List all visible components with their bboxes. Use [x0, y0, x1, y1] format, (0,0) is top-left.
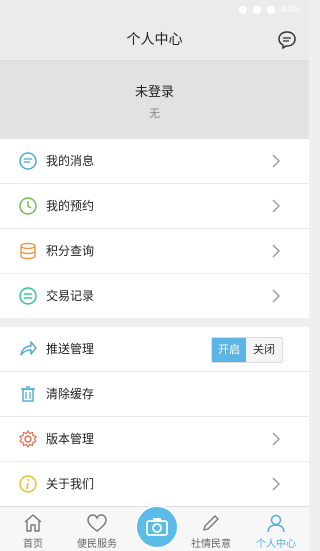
- chevron-right-icon: [272, 432, 280, 446]
- status-icon: [238, 6, 247, 14]
- push-toggle[interactable]: 开启 关闭: [211, 337, 283, 363]
- status-icon: [252, 6, 261, 14]
- heart-icon: [87, 514, 107, 532]
- chevron-right-icon: [272, 477, 280, 491]
- trash-icon: [21, 386, 35, 402]
- tab-label: 首页: [23, 539, 43, 550]
- menu-item-label: 关于我们: [46, 477, 95, 491]
- menu-group-settings: 推送管理 开启 关闭 清除缓存 版本管理 关于我们: [0, 327, 309, 506]
- menu-item-push: 推送管理 开启 关闭: [0, 327, 309, 372]
- page-title: 个人中心: [126, 32, 183, 48]
- person-icon: [267, 514, 285, 533]
- battery-indicator: 40%: [280, 5, 301, 15]
- menu-item-label: 推送管理: [46, 342, 95, 356]
- chevron-right-icon: [272, 154, 280, 168]
- menu-item-version[interactable]: 版本管理: [0, 417, 309, 462]
- page-header: 个人中心: [0, 20, 309, 61]
- profile-card[interactable]: 未登录 无: [0, 61, 309, 139]
- menu-item-label: 清除缓存: [46, 387, 95, 401]
- gear-icon: [19, 429, 37, 449]
- message-icon: [19, 152, 37, 170]
- camera-button[interactable]: [135, 505, 179, 549]
- tab-services[interactable]: 便民服务: [66, 507, 128, 551]
- tab-home[interactable]: 首页: [2, 507, 64, 551]
- chat-bubble-icon[interactable]: [277, 30, 297, 50]
- home-icon: [24, 514, 42, 532]
- chevron-right-icon: [272, 199, 280, 213]
- menu-item-label: 版本管理: [46, 432, 95, 446]
- pen-icon: [203, 515, 219, 531]
- record-icon: [19, 287, 37, 305]
- chevron-right-icon: [272, 289, 280, 303]
- tab-opinions[interactable]: 社情民意: [180, 507, 242, 551]
- menu-group-account: 我的消息 我的预约 积分查询 交易记录: [0, 139, 309, 318]
- menu-item-messages[interactable]: 我的消息: [0, 139, 309, 184]
- toggle-on-button[interactable]: 开启: [212, 338, 246, 362]
- toggle-off-button[interactable]: 关闭: [246, 338, 282, 362]
- menu-item-label: 我的消息: [46, 154, 95, 168]
- menu-item-appointments[interactable]: 我的预约: [0, 184, 309, 229]
- user-subtitle: 无: [149, 107, 160, 120]
- tab-label: 个人中心: [256, 539, 296, 550]
- clock-icon: [19, 197, 37, 215]
- menu-item-label: 交易记录: [46, 289, 95, 303]
- menu-item-label: 我的预约: [46, 199, 95, 213]
- menu-item-points[interactable]: 积分查询: [0, 229, 309, 274]
- share-icon: [20, 341, 37, 356]
- chevron-right-icon: [272, 244, 280, 258]
- menu-item-transactions[interactable]: 交易记录: [0, 274, 309, 318]
- tab-label: 社情民意: [191, 539, 231, 550]
- wifi-icon: [266, 6, 275, 14]
- info-icon: [19, 475, 37, 493]
- tab-profile[interactable]: 个人中心: [245, 507, 307, 551]
- coins-icon: [20, 242, 36, 260]
- menu-item-label: 积分查询: [46, 244, 95, 258]
- menu-item-clear-cache[interactable]: 清除缓存: [0, 372, 309, 417]
- tab-label: 便民服务: [77, 539, 117, 550]
- camera-icon: [146, 518, 168, 536]
- user-name: 未登录: [134, 85, 174, 100]
- menu-item-about[interactable]: 关于我们: [0, 462, 309, 506]
- status-bar: 40%: [0, 0, 309, 20]
